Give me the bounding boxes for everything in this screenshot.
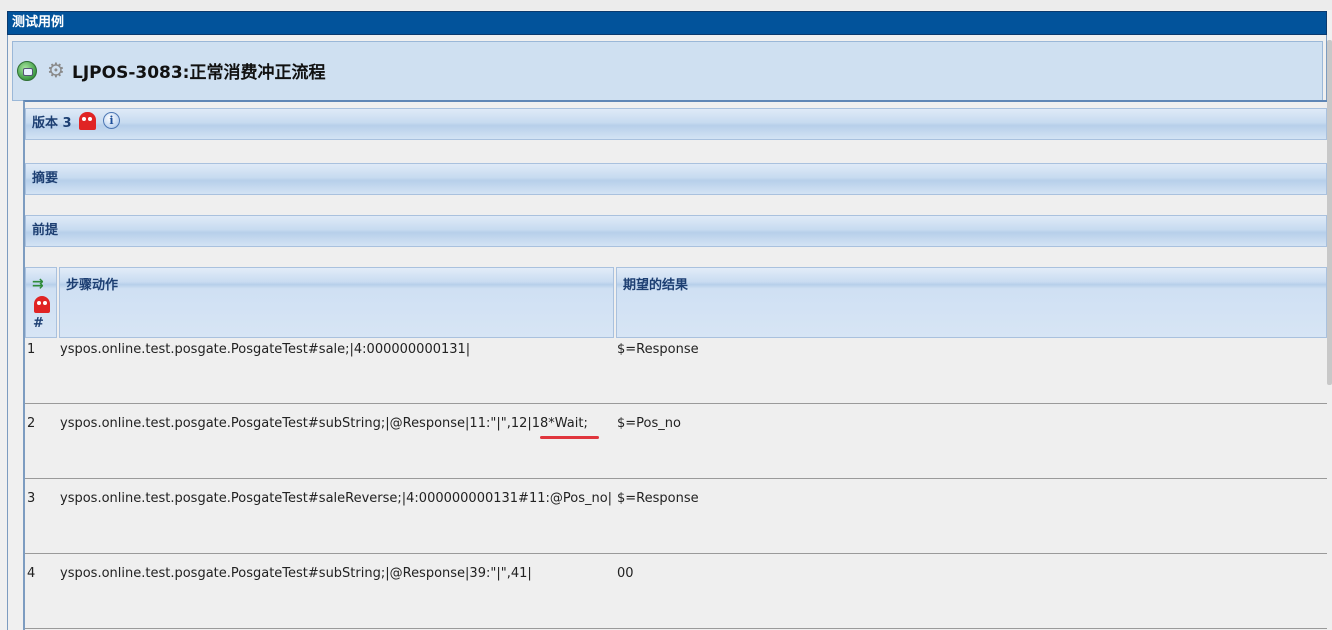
step-expected: $=Response	[617, 491, 699, 506]
window-title-bar: 测试用例	[7, 11, 1327, 35]
window-title: 测试用例	[12, 15, 65, 30]
column-header-number: ⇉ #	[25, 267, 57, 338]
column-header-step-action: 步骤动作	[59, 267, 614, 338]
ghost-icon[interactable]	[79, 112, 96, 130]
summary-section-bar: 摘要	[25, 163, 1327, 195]
column-header-expected-result: 期望的结果	[616, 267, 1327, 338]
step-action: yspos.online.test.posgate.PosgateTest#sa…	[60, 491, 613, 506]
execute-steps-icon[interactable]: ⇉	[32, 277, 52, 291]
step-number: 3	[27, 491, 36, 506]
precondition-section-bar: 前提	[25, 215, 1327, 247]
table-row: 1 yspos.online.test.posgate.PosgateTest#…	[25, 338, 1327, 404]
version-label: 版本 3	[32, 116, 72, 131]
top-strip	[0, 0, 1332, 10]
ghost-icon[interactable]	[34, 296, 50, 313]
table-row: 2 yspos.online.test.posgate.PosgateTest#…	[25, 404, 1327, 479]
table-row: 4 yspos.online.test.posgate.PosgateTest#…	[25, 554, 1327, 629]
step-expected: 00	[617, 566, 634, 581]
column-header-step-action-label: 步骤动作	[66, 278, 119, 293]
precondition-label: 前提	[32, 223, 59, 238]
highlight-underline	[540, 436, 599, 439]
step-number: 2	[27, 416, 36, 431]
step-number: 4	[27, 566, 36, 581]
step-action: yspos.online.test.posgate.PosgateTest#su…	[60, 416, 588, 431]
vertical-scrollbar[interactable]	[1327, 40, 1332, 385]
version-section-bar: 版本 3	[25, 108, 1327, 140]
info-icon[interactable]: i	[103, 112, 120, 129]
column-header-expected-result-label: 期望的结果	[623, 278, 689, 293]
execute-icon[interactable]	[17, 61, 37, 81]
gear-icon[interactable]: ⚙	[45, 59, 67, 81]
column-header-number-label: #	[33, 316, 44, 331]
testcase-title: LJPOS-3083:正常消费冲正流程	[72, 63, 326, 83]
step-number: 1	[27, 342, 36, 357]
step-action: yspos.online.test.posgate.PosgateTest#sa…	[60, 342, 471, 357]
table-row: 3 yspos.online.test.posgate.PosgateTest#…	[25, 479, 1327, 554]
step-expected: $=Pos_no	[617, 416, 681, 431]
step-action: yspos.online.test.posgate.PosgateTest#su…	[60, 566, 532, 581]
step-expected: $=Response	[617, 342, 699, 357]
summary-label: 摘要	[32, 171, 59, 186]
